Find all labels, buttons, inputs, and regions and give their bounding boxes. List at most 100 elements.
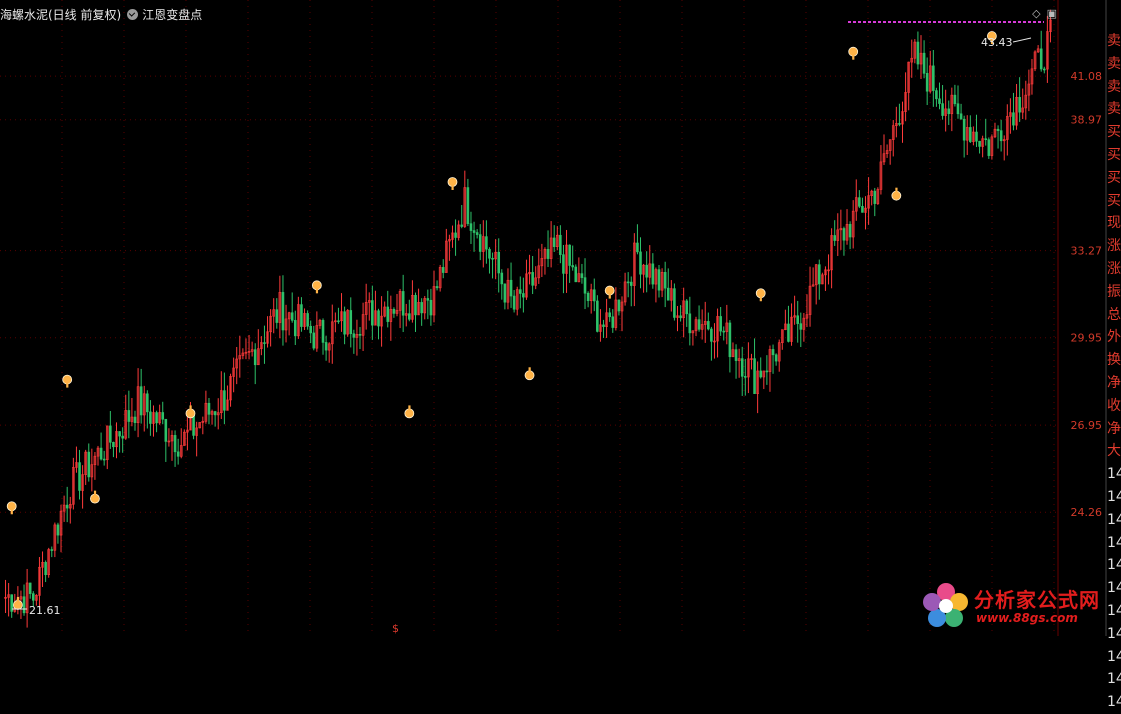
candle-body xyxy=(925,73,929,92)
candle-body xyxy=(485,236,488,250)
candle-body xyxy=(1018,97,1021,113)
candle-body xyxy=(580,273,584,278)
sidebar-quote-item: 买 xyxy=(1107,124,1121,141)
candle-body xyxy=(710,328,713,342)
chart-title-bar: 海螺水泥(日线 前复权) 江恩变盘点 xyxy=(0,5,202,23)
price-tick-label: 38.97 xyxy=(1071,114,1103,127)
candle-body xyxy=(139,386,143,416)
candle-body xyxy=(392,308,396,314)
candle-body xyxy=(401,291,405,316)
candle-body xyxy=(636,242,639,253)
candle-body xyxy=(842,228,846,241)
candle-body xyxy=(959,113,963,120)
candle-body xyxy=(358,334,362,336)
candle-body xyxy=(848,224,852,238)
candle-body xyxy=(639,251,642,275)
sidebar-quote-item: 卖 xyxy=(1107,78,1121,95)
candle-body xyxy=(996,128,1000,131)
candle-body xyxy=(978,140,981,147)
candle-body xyxy=(87,451,91,478)
candle-body xyxy=(161,412,165,420)
candle-body xyxy=(306,313,309,327)
candle-body xyxy=(28,582,32,594)
sidebar-quote-item: 买 xyxy=(1107,192,1121,209)
candle-body xyxy=(765,370,769,373)
sidebar-quote-item: 卖 xyxy=(1107,101,1121,118)
watermark-url[interactable]: www.88gs.com xyxy=(976,611,1078,625)
check-circle-icon[interactable] xyxy=(127,8,139,20)
candle-body xyxy=(312,332,316,349)
candle-body xyxy=(602,324,605,327)
candle-body xyxy=(99,447,103,460)
candle-body xyxy=(611,316,615,328)
candle-body xyxy=(546,249,550,259)
candle-body xyxy=(300,304,303,327)
turn-point-hand-finger xyxy=(408,405,411,411)
sidebar-quote-item: 振 xyxy=(1107,283,1121,300)
sidebar-quote-item: 净 xyxy=(1107,374,1121,391)
candle-body xyxy=(568,244,571,266)
watermark: 分析家公式网 www.88gs.com xyxy=(920,578,1121,636)
price-tick-label: 24.26 xyxy=(1071,506,1103,519)
candle-body xyxy=(608,312,611,318)
candle-body xyxy=(509,279,513,297)
turn-point-hand-finger xyxy=(315,288,319,294)
candle-body xyxy=(571,265,574,268)
sidebar-quote-item: 14 xyxy=(1107,534,1121,551)
candle-body xyxy=(478,234,482,252)
candle-body xyxy=(349,310,353,335)
candle-body xyxy=(512,295,516,310)
watermark-brand: 分析家公式网 xyxy=(974,588,1100,612)
candle-body xyxy=(441,267,445,273)
candle-body xyxy=(309,325,312,334)
candle-body xyxy=(873,190,877,204)
candle-body xyxy=(697,319,701,330)
candle-body xyxy=(688,313,692,334)
sidebar-quote-item: 买 xyxy=(1107,169,1121,186)
candle-body xyxy=(771,349,775,356)
candle-body xyxy=(722,330,726,333)
candle-body xyxy=(118,431,121,437)
candle-body xyxy=(774,354,778,362)
sidebar-quote-item: 换 xyxy=(1107,352,1121,369)
turn-point-hand-finger xyxy=(528,367,531,373)
window-icon[interactable]: ▣ xyxy=(1047,8,1057,19)
indicator-name[interactable]: 江恩变盘点 xyxy=(142,6,202,23)
candle-body xyxy=(497,251,501,274)
sidebar-quote-item: 14 xyxy=(1107,488,1121,505)
low-price-label: 21.61 xyxy=(29,604,61,617)
stock-title[interactable]: 海螺水泥(日线 前复权) xyxy=(0,6,121,23)
candle-body xyxy=(429,299,433,316)
candle-body xyxy=(112,441,115,448)
candle-body xyxy=(916,41,920,65)
sidebar-quote-item: 买 xyxy=(1107,146,1121,163)
candle-body xyxy=(207,402,211,415)
candle-body xyxy=(617,299,621,312)
candle-body xyxy=(377,310,380,327)
diamond-icon[interactable]: ◇ xyxy=(1032,8,1040,19)
candle-body xyxy=(426,298,430,301)
candle-body xyxy=(663,272,667,289)
candle-body xyxy=(679,315,682,318)
sidebar-quote-item: 14 xyxy=(1107,671,1121,688)
candle-body xyxy=(953,94,957,105)
price-tick-label: 41.08 xyxy=(1071,70,1103,83)
sidebar-quote-item: 卖 xyxy=(1107,55,1121,72)
candle-body xyxy=(408,313,411,320)
price-chart[interactable]: 41.08 38.97 33.27 29.95 26.95 24.26 43.43 21.61 xyxy=(0,0,1121,636)
turn-point-hand-finger xyxy=(16,596,20,602)
candle-body xyxy=(574,266,578,283)
candle-body xyxy=(552,237,556,247)
candle-body xyxy=(352,333,356,338)
candle-body xyxy=(740,358,744,377)
flower-logo-icon xyxy=(923,583,968,627)
candle-body xyxy=(65,504,69,509)
candle-body xyxy=(596,300,599,332)
candle-body xyxy=(796,315,800,324)
candle-body xyxy=(941,103,944,116)
candle-body xyxy=(386,306,390,322)
candle-body xyxy=(753,358,756,394)
candle-body xyxy=(491,257,494,260)
candle-body xyxy=(947,108,951,115)
candle-body xyxy=(922,52,926,74)
